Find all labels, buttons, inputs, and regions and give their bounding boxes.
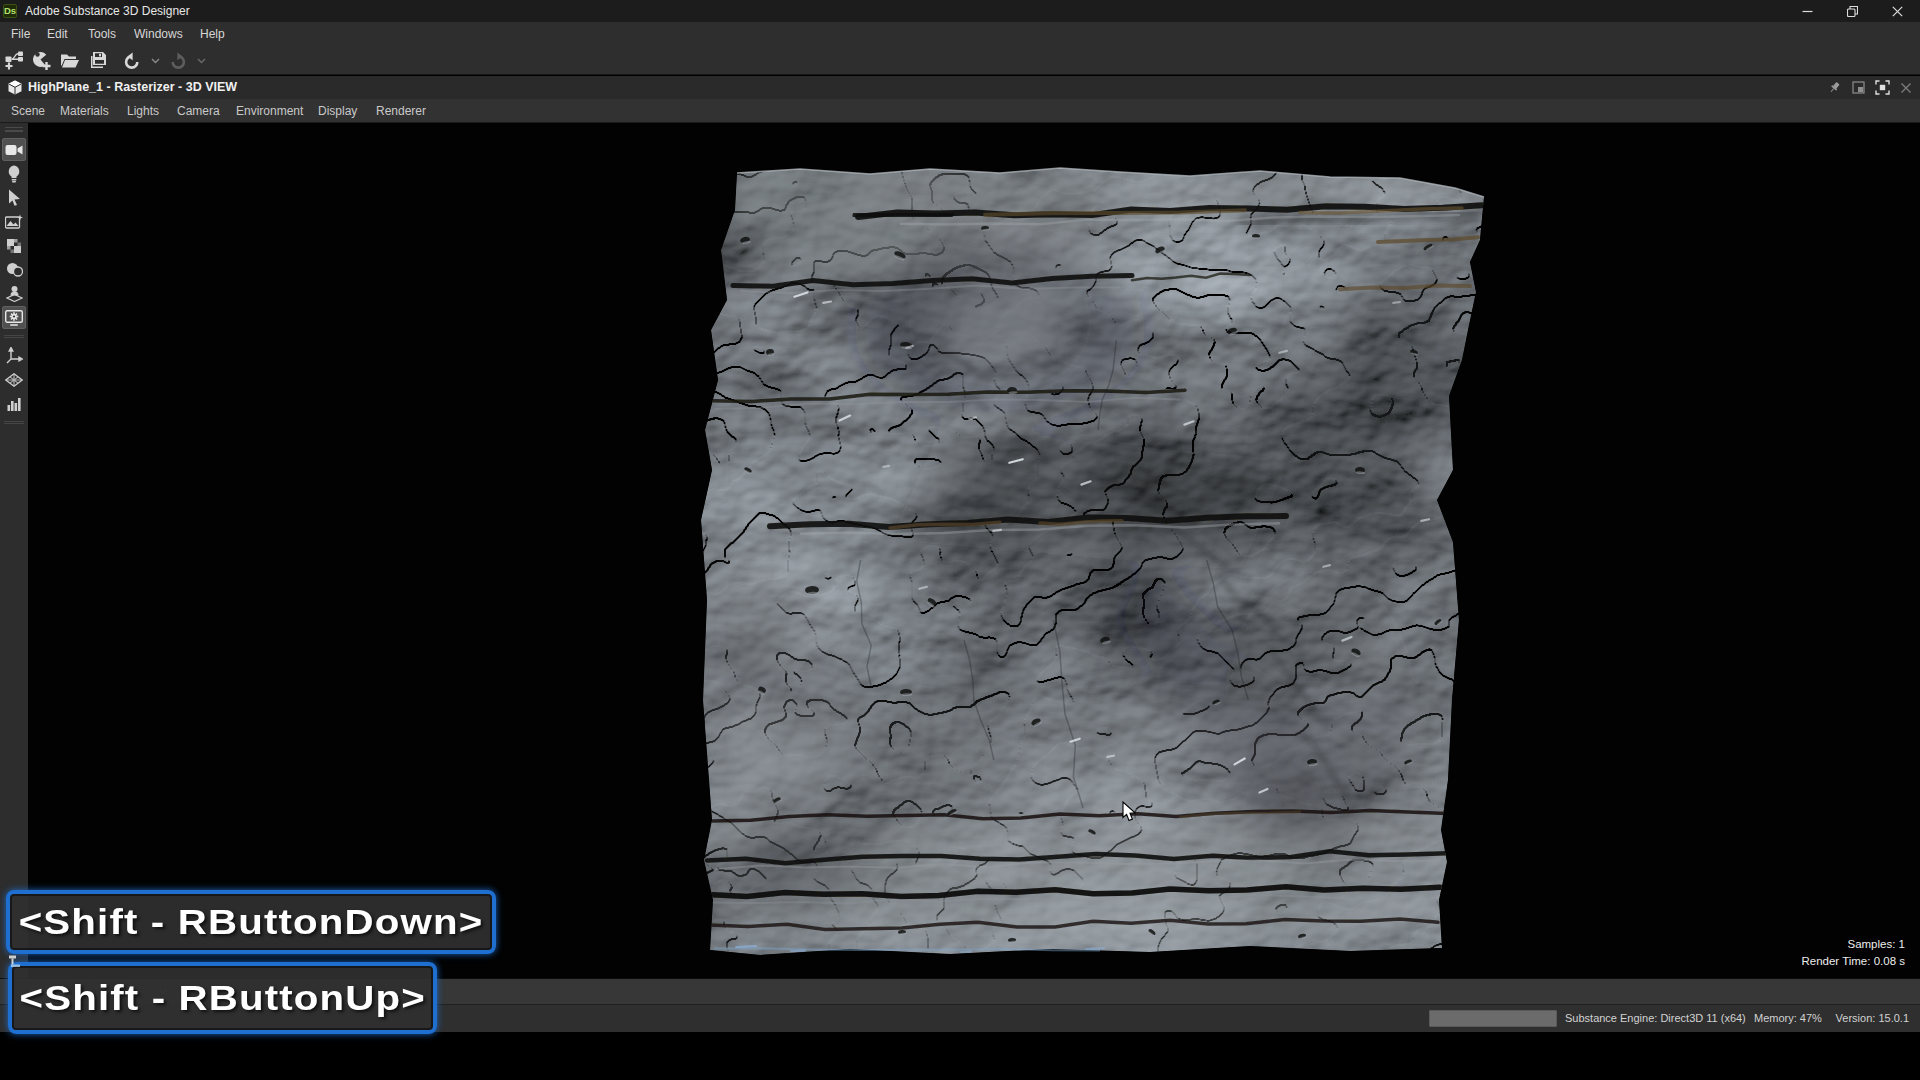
chevron-down-icon xyxy=(151,58,160,64)
menu-file[interactable]: File xyxy=(11,22,30,47)
close-icon xyxy=(1900,82,1912,94)
wireframe-tool-button[interactable] xyxy=(2,368,26,391)
new-graph-button[interactable] xyxy=(0,48,28,74)
close-button[interactable] xyxy=(1875,0,1920,22)
menu-materials[interactable]: Materials xyxy=(60,99,109,123)
menu-camera[interactable]: Camera xyxy=(177,99,220,123)
close-panel-button[interactable] xyxy=(1894,76,1918,99)
save-all-button[interactable] xyxy=(84,48,112,74)
redo-button[interactable] xyxy=(164,48,192,74)
float-icon xyxy=(1852,81,1865,94)
menu-edit[interactable]: Edit xyxy=(47,22,68,47)
toolbar-drag-handle[interactable] xyxy=(5,127,23,132)
version-label: Version: 15.0.1 xyxy=(1836,1005,1909,1032)
app-window: Ds Adobe Substance 3D Designer File Edit… xyxy=(0,0,1920,1080)
menu-windows[interactable]: Windows xyxy=(134,22,183,47)
recorder-marker-icon xyxy=(8,955,22,968)
pointer-tool-button[interactable] xyxy=(2,186,26,209)
minimize-icon xyxy=(1802,6,1813,17)
keypress-overlay-up: <Shift - RButtonUp> xyxy=(8,962,437,1034)
pin-panel-button[interactable] xyxy=(1822,76,1846,99)
transform-tool-button[interactable] xyxy=(2,344,26,367)
material-spheres-icon xyxy=(6,262,23,277)
rock-render xyxy=(0,123,1920,978)
render-hud: Samples: 1 Render Time: 0.08 s xyxy=(1801,936,1905,970)
undo-button[interactable] xyxy=(118,48,146,74)
app-logo-icon: Ds xyxy=(3,4,17,18)
menu-bar: File Edit Tools Windows Help xyxy=(0,22,1920,47)
pov-character-icon xyxy=(6,285,23,302)
video-camera-icon xyxy=(5,143,23,157)
cube-icon xyxy=(8,80,22,95)
histogram-icon xyxy=(7,396,22,411)
redo-icon xyxy=(169,52,187,70)
hud-samples: Samples: 1 xyxy=(1801,936,1905,953)
display-settings-button[interactable] xyxy=(2,306,26,329)
materials-tool-button[interactable] xyxy=(2,258,26,281)
screen-background xyxy=(0,1032,1920,1080)
menu-renderer[interactable]: Renderer xyxy=(376,99,426,123)
menu-scene[interactable]: Scene xyxy=(11,99,45,123)
pin-icon xyxy=(1828,81,1841,94)
bake-texture-icon xyxy=(6,238,22,254)
panel-title: HighPlane_1 - Rasterizer - 3D VIEW xyxy=(28,80,237,94)
environment-tool-button[interactable] xyxy=(2,210,26,233)
memory-label: Memory: 47% xyxy=(1754,1005,1822,1032)
light-tool-button[interactable] xyxy=(2,162,26,185)
menu-display[interactable]: Display xyxy=(318,99,357,123)
statistics-tool-button[interactable] xyxy=(2,392,26,415)
minimize-button[interactable] xyxy=(1785,0,1830,22)
menu-lights[interactable]: Lights xyxy=(127,99,159,123)
view-toolbar xyxy=(0,123,28,978)
panel-header: HighPlane_1 - Rasterizer - 3D VIEW xyxy=(0,76,1920,99)
restore-button[interactable] xyxy=(1830,0,1875,22)
restore-icon xyxy=(1847,6,1858,17)
light-bulb-icon xyxy=(7,165,21,183)
menu-help[interactable]: Help xyxy=(200,22,225,47)
view-menu-bar: Scene Materials Lights Camera Environmen… xyxy=(0,99,1920,123)
open-icon xyxy=(60,52,80,70)
save-all-icon xyxy=(89,51,108,70)
keypress-overlay-down: <Shift - RButtonDown> xyxy=(6,890,496,954)
new-graph-icon xyxy=(5,51,24,70)
environment-image-icon xyxy=(5,214,23,230)
hud-render-time: Render Time: 0.08 s xyxy=(1801,953,1905,970)
engine-label: Substance Engine: Direct3D 11 (x64) xyxy=(1565,1005,1746,1032)
display-gear-icon xyxy=(5,310,23,326)
undo-history-button[interactable] xyxy=(146,48,164,74)
new-package-button[interactable] xyxy=(28,48,56,74)
menu-tools[interactable]: Tools xyxy=(88,22,116,47)
open-button[interactable] xyxy=(56,48,84,74)
pointer-icon xyxy=(8,189,21,206)
mouse-cursor xyxy=(1122,801,1141,823)
toolbar-separator xyxy=(4,421,24,424)
maximize-icon xyxy=(1875,80,1890,95)
chevron-down-icon xyxy=(197,58,206,64)
bake-tool-button[interactable] xyxy=(2,234,26,257)
viewport-3d[interactable]: Samples: 1 Render Time: 0.08 s xyxy=(0,123,1920,978)
redo-history-button[interactable] xyxy=(192,48,210,74)
pov-tool-button[interactable] xyxy=(2,282,26,305)
new-package-icon xyxy=(32,51,52,71)
undo-icon xyxy=(123,52,141,70)
transform-axis-icon xyxy=(6,347,23,364)
camera-tool-button[interactable] xyxy=(2,138,26,161)
toolbar-separator xyxy=(4,335,24,338)
float-panel-button[interactable] xyxy=(1846,76,1870,99)
close-icon xyxy=(1892,6,1903,17)
main-toolbar xyxy=(0,47,1920,75)
keypress-text: <Shift - RButtonUp> xyxy=(19,978,425,1018)
keypress-text: <Shift - RButtonDown> xyxy=(19,902,484,942)
title-bar: Ds Adobe Substance 3D Designer xyxy=(0,0,1920,22)
menu-environment[interactable]: Environment xyxy=(236,99,303,123)
app-title: Adobe Substance 3D Designer xyxy=(25,4,190,18)
wireframe-plane-icon xyxy=(5,373,23,387)
maximize-panel-button[interactable] xyxy=(1870,76,1894,99)
progress-bar xyxy=(1429,1010,1557,1027)
